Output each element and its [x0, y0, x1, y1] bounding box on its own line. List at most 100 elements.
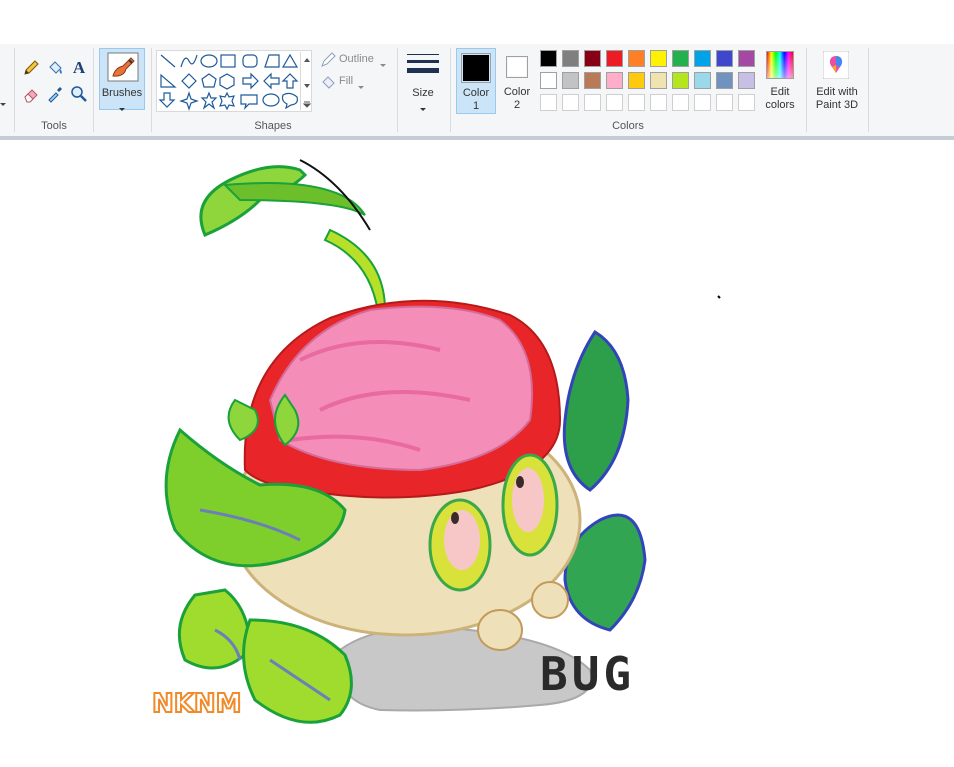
- palette-swatch[interactable]: [738, 94, 755, 111]
- title-bar: [0, 0, 954, 45]
- palette-swatch[interactable]: [606, 72, 623, 89]
- leg-1: [477, 609, 523, 651]
- edit-colors-label: Edit colors: [758, 86, 802, 112]
- size-line-medium: [407, 60, 439, 63]
- fill-icon: [320, 74, 336, 93]
- color-picker-icon[interactable]: [45, 84, 65, 104]
- size-line-thin: [407, 54, 439, 55]
- tools-group-label: Tools: [41, 120, 67, 132]
- group-separator: [868, 48, 869, 132]
- fill-button[interactable]: Fill: [339, 75, 353, 87]
- color2-swatch: [506, 56, 528, 78]
- color2-label: Color 2: [498, 86, 536, 112]
- stem: [323, 228, 387, 314]
- bug-drawing: NKNM BUG: [151, 159, 721, 724]
- shapes-gallery: [156, 50, 312, 112]
- palette-swatch[interactable]: [606, 94, 623, 111]
- right-pupil: [516, 476, 524, 488]
- palette-swatch[interactable]: [540, 72, 557, 89]
- palette-swatch[interactable]: [672, 50, 689, 67]
- signature-text: NKNM: [152, 689, 242, 719]
- group-separator: [806, 48, 807, 132]
- palette-swatch[interactable]: [694, 72, 711, 89]
- palette-swatch[interactable]: [738, 72, 755, 89]
- chevron-down-icon: [358, 79, 364, 93]
- size-line-thick: [407, 68, 439, 73]
- paint3d-icon: [822, 50, 850, 80]
- magnifier-icon[interactable]: [69, 84, 89, 104]
- palette-swatch[interactable]: [562, 50, 579, 67]
- palette-swatch[interactable]: [584, 50, 601, 67]
- group-separator: [450, 48, 451, 132]
- shapes-group-label: Shapes: [254, 120, 292, 132]
- palette-swatch[interactable]: [628, 50, 645, 67]
- color-spectrum-icon: [766, 51, 794, 79]
- shapes-icons[interactable]: [157, 51, 313, 113]
- color2-label-text: Color: [503, 86, 531, 98]
- palette-swatch[interactable]: [584, 94, 601, 111]
- palette-swatch[interactable]: [672, 72, 689, 89]
- palette-swatch[interactable]: [650, 72, 667, 89]
- brushes-label: Brushes: [101, 87, 143, 99]
- right-eye-inner: [512, 468, 544, 532]
- group-separator: [151, 48, 152, 132]
- low-leaf-2: [242, 618, 353, 724]
- paint3d-line2: Paint 3D: [815, 99, 859, 111]
- brush-icon: [107, 52, 139, 85]
- palette-swatch[interactable]: [628, 72, 645, 89]
- palette-swatch[interactable]: [540, 50, 557, 67]
- colors-group-label: Colors: [612, 120, 644, 132]
- ribbon-toolbar: A Tools Brushes Outline Fill Shapes Size…: [0, 44, 954, 136]
- outline-icon: [320, 52, 336, 71]
- bug-title-text: BUG: [540, 647, 635, 701]
- palette-swatch[interactable]: [716, 94, 733, 111]
- palette-swatch[interactable]: [562, 72, 579, 89]
- color1-button[interactable]: Color 1: [456, 48, 496, 114]
- paint3d-line1: Edit with: [816, 86, 858, 98]
- size-label: Size: [412, 87, 434, 99]
- palette-swatch[interactable]: [650, 94, 667, 111]
- right-leaf: [562, 329, 630, 492]
- size-button[interactable]: Size: [402, 48, 444, 114]
- palette-swatch[interactable]: [562, 94, 579, 111]
- brushes-button[interactable]: Brushes: [99, 48, 145, 111]
- palette-swatch[interactable]: [540, 94, 557, 111]
- chevron-down-icon: [119, 101, 125, 115]
- text-tool-icon[interactable]: A: [69, 58, 89, 78]
- color1-label-num: 1: [472, 100, 480, 112]
- palette-swatch[interactable]: [672, 94, 689, 111]
- group-separator: [397, 48, 398, 132]
- chevron-down-icon: [380, 57, 386, 71]
- dropdown-arrow-icon[interactable]: [0, 96, 6, 106]
- color1-label: Color 1: [457, 87, 495, 113]
- drawing-canvas[interactable]: NKNM BUG: [0, 140, 954, 764]
- edit-colors-button[interactable]: Edit colors: [760, 48, 800, 114]
- leg-2: [531, 581, 569, 619]
- pencil-icon[interactable]: [21, 58, 41, 78]
- color1-swatch: [461, 53, 491, 83]
- color2-label-num: 2: [513, 99, 521, 111]
- palette-swatch[interactable]: [716, 72, 733, 89]
- left-pupil: [451, 512, 459, 524]
- edit-with-paint3d-button[interactable]: Edit with Paint 3D: [810, 48, 864, 114]
- color2-button[interactable]: Color 2: [498, 48, 538, 114]
- outline-button[interactable]: Outline: [339, 53, 374, 65]
- group-separator: [14, 48, 15, 132]
- palette-swatch[interactable]: [694, 50, 711, 67]
- palette-swatch[interactable]: [716, 50, 733, 67]
- palette-swatch[interactable]: [650, 50, 667, 67]
- color-palette: [540, 50, 760, 116]
- paint3d-label: Edit with Paint 3D: [808, 86, 866, 112]
- palette-swatch[interactable]: [694, 94, 711, 111]
- left-eye-inner: [444, 510, 480, 570]
- shapes-scroll[interactable]: [300, 52, 313, 110]
- palette-swatch[interactable]: [628, 94, 645, 111]
- fill-bucket-icon[interactable]: [45, 58, 65, 78]
- edit-colors-line1: Edit: [770, 86, 790, 98]
- palette-swatch[interactable]: [606, 50, 623, 67]
- eraser-icon[interactable]: [21, 84, 41, 104]
- palette-swatch[interactable]: [738, 50, 755, 67]
- edit-colors-line2: colors: [765, 99, 795, 111]
- color1-label-text: Color: [462, 87, 490, 99]
- palette-swatch[interactable]: [584, 72, 601, 89]
